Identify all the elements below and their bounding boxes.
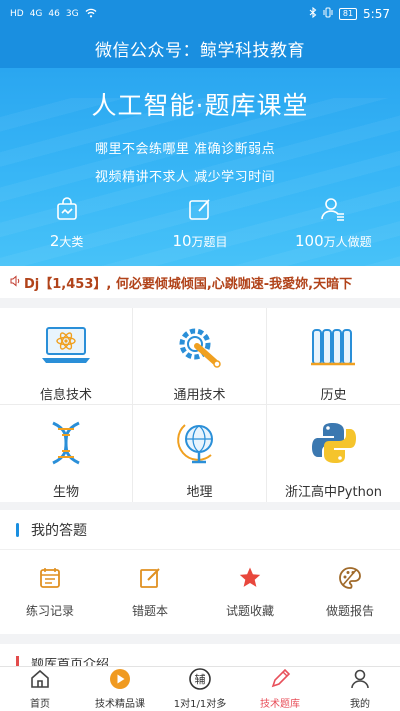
tab-home[interactable]: 首页 [0, 667, 80, 711]
action-label: 做题报告 [325, 604, 374, 618]
status-right: 81 5:57 [309, 6, 390, 21]
edit-book-icon [138, 566, 162, 594]
subject-label: 历史 [320, 388, 347, 403]
subject-label: 信息技术 [39, 388, 92, 403]
action-label: 错题本 [131, 604, 168, 618]
bluetooth-icon [309, 6, 317, 21]
my-answers-actions: 练习记录 错题本 试题收藏 做题报告 [0, 550, 400, 634]
tutor-glyph: 辅 [195, 672, 206, 686]
signal-46-indicator: 46 [48, 9, 60, 19]
section-accent-bar [16, 656, 19, 666]
battery-indicator: 81 [338, 8, 358, 20]
next-section-title: 题库首页介绍 [31, 658, 110, 666]
python-icon [309, 421, 359, 469]
subject-biology[interactable]: 生物 [0, 405, 133, 502]
section-title: 我的答题 [31, 522, 87, 539]
tab-label: 技术题库 [260, 699, 300, 710]
hero-slogan-2: 视频精讲不求人 减少学习时间 [95, 170, 276, 185]
tab-label: 1对1/1对多 [173, 699, 227, 710]
globe-icon [175, 421, 225, 469]
status-bar: HD 4G 46 3G 81 5:57 [0, 0, 400, 28]
vibrate-icon [323, 7, 333, 21]
my-answers-section: 我的答题 练习记录 错题本 试题收藏 做题报告 [0, 510, 400, 634]
subject-label: 浙江高中Python [284, 485, 383, 500]
announcement-text: Dj【1,453】, 何必要倾城倾国,心跳咖速-我愛妳,天暗下 [24, 276, 353, 292]
stat-questions: 10万题目 [133, 196, 266, 266]
section-accent-bar [16, 522, 19, 537]
tab-courses[interactable]: 技术精品课 [80, 667, 160, 711]
star-icon [238, 566, 262, 594]
calendar-icon [38, 566, 62, 594]
tab-profile[interactable]: 我的 [320, 667, 400, 711]
subject-general-tech[interactable]: 通用技术 [133, 308, 267, 405]
edit-icon [187, 196, 213, 226]
signal-3g-indicator: 3G [65, 9, 79, 19]
subject-label: 通用技术 [173, 388, 226, 403]
tab-tutoring[interactable]: 辅 1对1/1对多 [160, 667, 240, 711]
favorites-button[interactable]: 试题收藏 [200, 550, 300, 634]
laptop-atom-icon [41, 324, 91, 372]
subject-python[interactable]: 浙江高中Python [267, 405, 400, 502]
stat-categories-unit: 大类 [59, 235, 84, 249]
person-icon [349, 668, 371, 695]
practice-record-button[interactable]: 练习记录 [0, 550, 100, 634]
home-icon [29, 668, 51, 695]
subject-history[interactable]: 历史 [267, 308, 400, 405]
next-section-header: 题库首页介绍 [0, 644, 400, 666]
report-button[interactable]: 做题报告 [300, 550, 400, 634]
signal-4g-indicator: 4G [29, 9, 43, 19]
tab-question-bank[interactable]: 技术题库 [240, 667, 320, 711]
stat-categories: 2大类 [0, 196, 133, 266]
stat-users: 100万人做题 [267, 196, 400, 266]
user-icon [320, 196, 346, 226]
tab-label: 技术精品课 [95, 699, 145, 710]
bottom-tab-bar: 首页 技术精品课 辅 1对1/1对多 技术题库 我的 [0, 666, 400, 711]
action-label: 练习记录 [25, 604, 74, 618]
pen-icon [269, 668, 291, 695]
action-label: 试题收藏 [225, 604, 274, 618]
subject-label: 地理 [186, 485, 213, 500]
app-title: 微信公众号：鲸学科技教育 [0, 28, 400, 68]
bag-icon [54, 196, 80, 226]
hero-slogan-1: 哪里不会练哪里 准确诊断弱点 [95, 142, 276, 157]
clock: 5:57 [363, 7, 390, 21]
tab-label: 首页 [30, 699, 50, 710]
stat-users-unit: 万人做题 [323, 235, 372, 249]
stat-categories-number: 2 [49, 232, 60, 250]
dna-icon [41, 421, 91, 469]
speaker-icon [10, 274, 22, 290]
subject-label: 生物 [52, 485, 79, 500]
palette-icon [338, 566, 362, 594]
my-answers-header: 我的答题 [0, 510, 400, 550]
announcement-marquee[interactable]: Dj【1,453】, 何必要倾城倾国,心跳咖速-我愛妳,天暗下 [0, 266, 400, 298]
wifi-icon [85, 8, 97, 21]
subject-info-tech[interactable]: 信息技术 [0, 308, 133, 405]
hero-stats: 2大类 10万题目 100万人做题 [0, 196, 400, 266]
hero-title: 人工智能·题库课堂 [91, 91, 309, 120]
tab-label: 我的 [350, 699, 370, 710]
tutor-icon: 辅 [189, 668, 211, 695]
play-icon [109, 668, 131, 695]
hd-indicator: HD [10, 9, 24, 19]
stat-questions-number: 10 [172, 232, 192, 250]
wrench-gear-icon [175, 324, 225, 372]
stat-questions-unit: 万题目 [191, 235, 228, 249]
subject-grid: 信息技术 通用技术 历史 生物 地理 浙江高中Python [0, 308, 400, 502]
subject-geography[interactable]: 地理 [133, 405, 267, 502]
hero-banner[interactable]: 人工智能·题库课堂 哪里不会练哪里 准确诊断弱点 视频精讲不求人 减少学习时间 … [0, 68, 400, 266]
wrong-questions-button[interactable]: 错题本 [100, 550, 200, 634]
status-icons: HD 4G 46 3G [10, 8, 97, 21]
stat-users-number: 100 [294, 232, 324, 250]
scroll-icon [309, 324, 359, 372]
